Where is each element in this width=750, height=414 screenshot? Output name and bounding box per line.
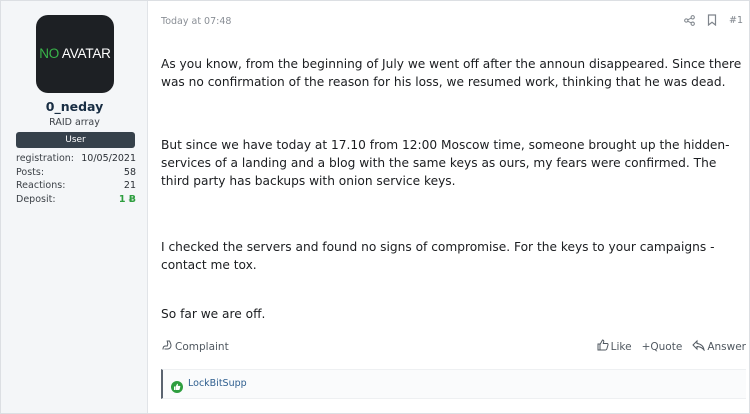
stat-value: 21 <box>123 180 136 191</box>
post-date[interactable]: Today at 07:48 <box>161 16 231 27</box>
like-reaction-icon <box>171 378 183 397</box>
quote-button[interactable]: +Quote <box>642 341 683 353</box>
user-title: RAID array <box>49 117 100 128</box>
post-footer: Complaint Like +Quote Answer <box>161 339 746 355</box>
answer-button[interactable]: Answer <box>692 339 746 354</box>
quote-label: +Quote <box>641 340 683 353</box>
flag-icon <box>161 339 173 354</box>
user-sidebar: NO AVATAR 0_neday RAID array User regist… <box>1 1 148 413</box>
like-label: Like <box>610 340 632 353</box>
stat-label: Reactions: <box>16 180 66 191</box>
message-paragraph: As you know, from the beginning of July … <box>161 57 742 89</box>
reply-icon <box>692 339 706 354</box>
stat-label: Deposit: <box>16 193 56 205</box>
user-stats: registration: 10/05/2021 Posts: 58 React… <box>16 152 136 206</box>
forum-post: NO AVATAR 0_neday RAID array User regist… <box>0 0 750 414</box>
stat-value: 1 Ƀ <box>118 193 136 205</box>
share-icon[interactable] <box>684 14 695 26</box>
stat-registration: registration: 10/05/2021 <box>16 152 136 166</box>
complaint-label: Complaint <box>175 340 229 353</box>
stat-value: 58 <box>123 166 136 178</box>
stat-deposit: Deposit: 1 Ƀ <box>16 193 136 207</box>
footer-actions: Like +Quote Answer <box>597 339 746 354</box>
answer-label: Answer <box>707 340 746 353</box>
stat-label: registration: <box>16 153 75 164</box>
stat-posts: Posts: 58 <box>16 166 136 180</box>
like-icon <box>597 339 609 354</box>
message-paragraph: I checked the servers and found no signs… <box>161 240 715 272</box>
avatar[interactable]: NO AVATAR <box>36 15 114 93</box>
avatar-rest-text: AVATAR <box>61 46 111 61</box>
bookmark-icon[interactable] <box>707 14 717 26</box>
message-paragraph: But since we have today at 17.10 from 12… <box>161 138 730 188</box>
stat-label: Posts: <box>16 166 45 178</box>
avatar-no-text: NO <box>39 46 60 61</box>
message-paragraph: So far we are off. <box>161 307 266 321</box>
complaint-link[interactable]: Complaint <box>161 339 229 354</box>
username[interactable]: 0_neday <box>1 99 148 114</box>
like-button[interactable]: Like <box>597 339 632 354</box>
user-banner: User <box>16 132 135 148</box>
post-top-actions: #1 <box>684 14 743 26</box>
stat-value: 10/05/2021 <box>81 153 136 164</box>
reactions-bar: LockBitSupp <box>161 369 746 399</box>
reaction-users[interactable]: LockBitSupp <box>188 378 247 389</box>
post-number[interactable]: #1 <box>729 15 743 26</box>
stat-reactions: Reactions: 21 <box>16 179 136 193</box>
